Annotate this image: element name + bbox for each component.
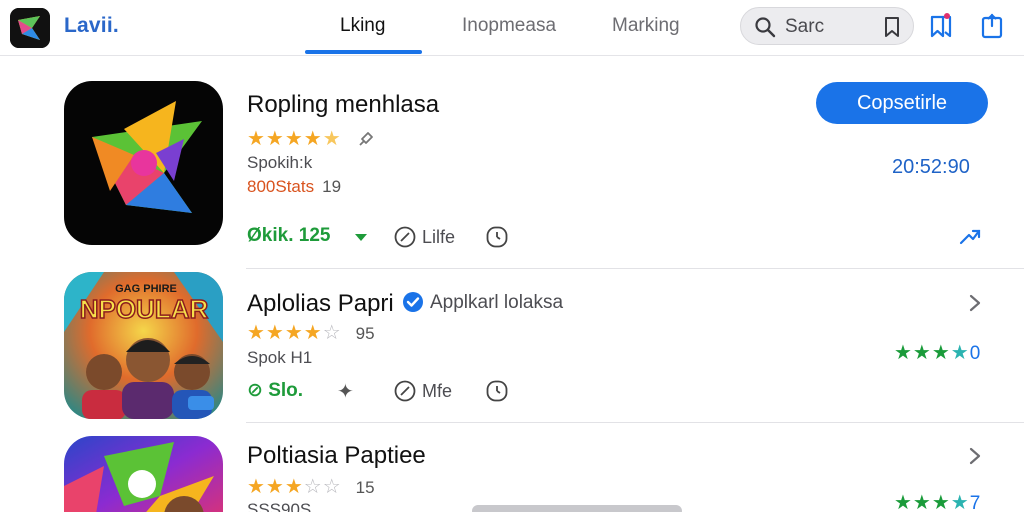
rating-summary-star-teal: ★ <box>950 342 970 364</box>
app-name[interactable]: Ropling menhlasa <box>247 91 439 119</box>
rating-stars: ★★★☆☆ 15 <box>247 474 375 499</box>
download-count: Økik. 125 <box>247 225 331 246</box>
rating-summary-value: 0 <box>969 343 981 364</box>
rating-summary-stars: ★★★ <box>894 342 951 364</box>
clock-icon <box>486 380 508 402</box>
share-icon[interactable] <box>979 12 1005 40</box>
search-icon <box>755 17 776 38</box>
row-divider <box>246 422 1024 423</box>
icon-title: NPOULAR <box>80 294 209 324</box>
app-logo-icon[interactable] <box>10 8 50 48</box>
app-icon-aplolias[interactable]: GAG PHIRE NPOULAR <box>64 272 223 419</box>
app-stats-label: 800Stats <box>247 177 315 196</box>
home-indicator <box>472 505 682 512</box>
rating-summary: ★★★★7 <box>894 490 980 512</box>
app-developer: SSS90S <box>247 500 312 512</box>
bookmark-icon[interactable] <box>881 16 903 38</box>
app-developer: Spok H1 <box>247 348 313 367</box>
rating-summary-stars: ★★★ <box>894 492 951 512</box>
app-category: Mfe <box>422 381 453 401</box>
verified-badge-icon <box>403 292 423 312</box>
rating-star-half: ★ <box>322 128 342 150</box>
app-name[interactable]: Poltiasia Paptiee <box>247 442 426 470</box>
chevron-down-icon[interactable] <box>355 234 367 241</box>
rating-stars-empty: ☆ <box>322 322 342 344</box>
brand-name: Lavii. <box>64 14 119 37</box>
rating-count: 95 <box>355 324 375 343</box>
rating-summary-star-teal: ★ <box>950 492 970 512</box>
bookmark-flag-icon[interactable] <box>928 12 954 40</box>
tab-lking[interactable]: Lking <box>340 15 385 37</box>
clock-icon <box>486 226 508 248</box>
rating-stars-empty: ☆☆ <box>303 476 342 498</box>
chevron-right-icon[interactable] <box>968 293 982 313</box>
edit-circle-icon <box>394 226 416 248</box>
app-icon-ropling[interactable] <box>64 81 223 245</box>
app-developer: Spokih:k <box>247 153 313 172</box>
edit-circle-icon <box>394 380 416 402</box>
rating-summary-value: 7 <box>969 493 981 512</box>
rating-count: 15 <box>355 478 375 497</box>
rating-stars: ★★★★☆ 95 <box>247 320 375 345</box>
rating-stars-filled: ★★★ <box>247 476 304 498</box>
rating-stars-filled: ★★★★ <box>247 322 323 344</box>
app-stats-count: 19 <box>322 177 342 196</box>
app-category: Lilfe <box>422 227 456 247</box>
app-stats: 800Stats 19 <box>247 177 341 197</box>
tab-inopmeasa[interactable]: Inopmeasa <box>462 15 556 37</box>
search-box[interactable]: Sarc <box>740 7 914 45</box>
app-icon-poltiasia[interactable] <box>64 436 223 512</box>
pin-icon <box>359 132 374 146</box>
chevron-right-icon[interactable] <box>968 446 982 466</box>
sparkle-icon: ✦ <box>337 381 354 403</box>
active-tab-indicator <box>305 50 422 54</box>
install-button[interactable]: Copsetirle <box>816 82 988 124</box>
search-input[interactable]: Sarc <box>785 16 824 38</box>
top-bar: Lavii. Lking Inopmeasa Marking Sarc <box>0 0 1024 56</box>
rating-stars: ★★★★★ <box>247 126 376 151</box>
rating-summary: ★★★★0 <box>894 340 980 365</box>
expand-arrow-icon[interactable] <box>958 226 982 246</box>
tab-marking[interactable]: Marking <box>612 15 680 37</box>
rating-stars-filled: ★★★★ <box>247 128 323 150</box>
row-divider <box>246 268 1024 269</box>
app-time: 20:52:90 <box>892 156 970 178</box>
status-label: ⊘ Slo. <box>247 380 304 401</box>
app-name[interactable]: Aplolias Papri <box>247 290 394 318</box>
developer-name[interactable]: Applkarl lolaksa <box>430 292 563 314</box>
